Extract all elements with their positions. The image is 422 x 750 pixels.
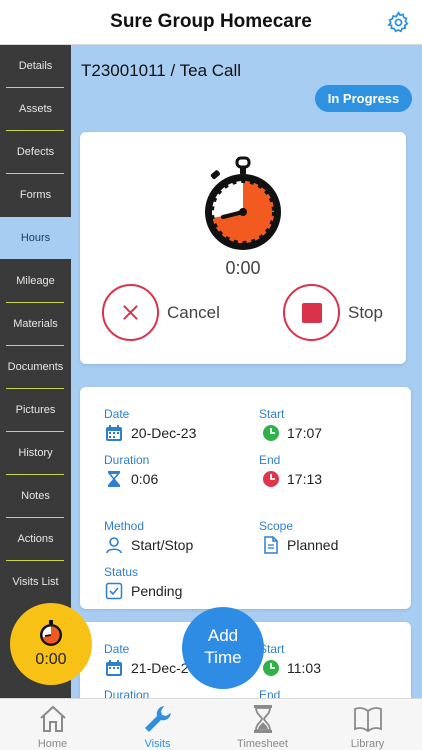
home-icon	[40, 705, 66, 732]
hourglass-icon	[108, 471, 120, 487]
tab-visits[interactable]: Visits	[105, 699, 210, 750]
entry-end: 17:13	[287, 471, 323, 487]
stop-icon	[302, 303, 322, 323]
entry-date: 20-Dec-23	[131, 425, 197, 441]
tab-visits-label: Visits	[144, 738, 171, 750]
sidebar-item-documents[interactable]: Documents	[0, 346, 71, 388]
user-icon	[106, 537, 122, 554]
tab-timesheet[interactable]: Timesheet	[210, 699, 315, 750]
hours-panel: T23001011 / Tea Call In Progress 0:00 Ca…	[71, 45, 422, 698]
sidebar-item-visits-list[interactable]: Visits List	[0, 561, 71, 603]
cancel-button[interactable]	[102, 284, 159, 341]
entry-method: Start/Stop	[131, 537, 194, 553]
duration-label: Duration	[104, 688, 150, 698]
sidebar-item-defects[interactable]: Defects	[0, 131, 71, 173]
tab-home-label: Home	[37, 738, 68, 750]
date-label: Date	[104, 407, 130, 421]
clock-start-icon	[263, 660, 279, 676]
entry-scope: Planned	[287, 537, 339, 553]
tab-home[interactable]: Home	[0, 699, 105, 750]
sidebar-item-hours[interactable]: Hours	[0, 217, 71, 259]
scope-label: Scope	[259, 519, 294, 533]
status-label: Status	[104, 565, 139, 579]
visit-title: T23001011 / Tea Call	[81, 61, 242, 80]
stop-button[interactable]	[283, 284, 340, 341]
duration-label: Duration	[104, 453, 150, 467]
sidebar-item-actions[interactable]: Actions	[0, 518, 71, 560]
tab-timesheet-label: Timesheet	[237, 738, 288, 750]
timer-display: 0:00	[225, 258, 261, 278]
tab-library[interactable]: Library	[315, 699, 420, 750]
clock-start-icon	[263, 425, 279, 441]
calendar-icon	[106, 425, 122, 441]
sidebar-item-history[interactable]: History	[0, 432, 71, 474]
gear-icon[interactable]	[387, 11, 410, 34]
status-badge: In Progress	[315, 85, 412, 112]
sidebar-item-pictures[interactable]: Pictures	[0, 389, 71, 431]
close-icon	[123, 305, 138, 320]
stopwatch-icon	[40, 620, 62, 646]
wrench-icon	[145, 706, 171, 732]
cancel-label[interactable]: Cancel	[167, 303, 220, 323]
method-label: Method	[104, 519, 145, 533]
clock-end-icon	[263, 471, 279, 487]
sidebar-item-notes[interactable]: Notes	[0, 475, 71, 517]
document-icon	[264, 536, 278, 554]
date-label: Date	[104, 642, 130, 656]
sidebar-item-forms[interactable]: Forms	[0, 174, 71, 216]
sidebar-item-mileage[interactable]: Mileage	[0, 260, 71, 302]
calendar-icon	[106, 660, 122, 676]
section-sidebar: Details Assets Defects Forms Hours Milea…	[0, 45, 71, 698]
app-screen: Sure Group Homecare Details Assets Defec…	[0, 0, 422, 750]
bottom-tab-bar: Home Visits Timesheet Library	[0, 698, 422, 750]
running-timer-value: 0:00	[35, 651, 67, 668]
entry-duration: 0:06	[131, 471, 159, 487]
book-icon	[354, 707, 382, 733]
add-time-label-line1: Add	[207, 626, 239, 645]
sidebar-item-assets[interactable]: Assets	[0, 88, 71, 130]
end-label: End	[259, 688, 281, 698]
entry-start: 11:03	[287, 660, 321, 676]
time-entry-card[interactable]: Date 20-Dec-23 Start 17:07 Duration 0:06	[80, 387, 411, 609]
tab-library-label: Library	[350, 738, 385, 750]
stop-label[interactable]: Stop	[348, 303, 383, 323]
running-timer-button[interactable]: 0:00	[10, 603, 92, 685]
add-time-button[interactable]: Add Time	[182, 607, 264, 689]
sidebar-item-details[interactable]: Details	[0, 45, 71, 87]
entry-start: 17:07	[287, 425, 323, 441]
end-label: End	[259, 453, 281, 467]
timer-card: 0:00 Cancel Stop	[80, 132, 406, 364]
entry-status: Pending	[131, 583, 183, 599]
add-time-label-line2: Time	[204, 648, 242, 667]
app-header: Sure Group Homecare	[0, 0, 422, 45]
sidebar-item-materials[interactable]: Materials	[0, 303, 71, 345]
app-title: Sure Group Homecare	[110, 11, 312, 32]
start-label: Start	[259, 407, 285, 421]
stopwatch-icon	[205, 156, 281, 250]
hourglass-icon	[254, 705, 272, 733]
checkbox-icon	[105, 582, 123, 600]
